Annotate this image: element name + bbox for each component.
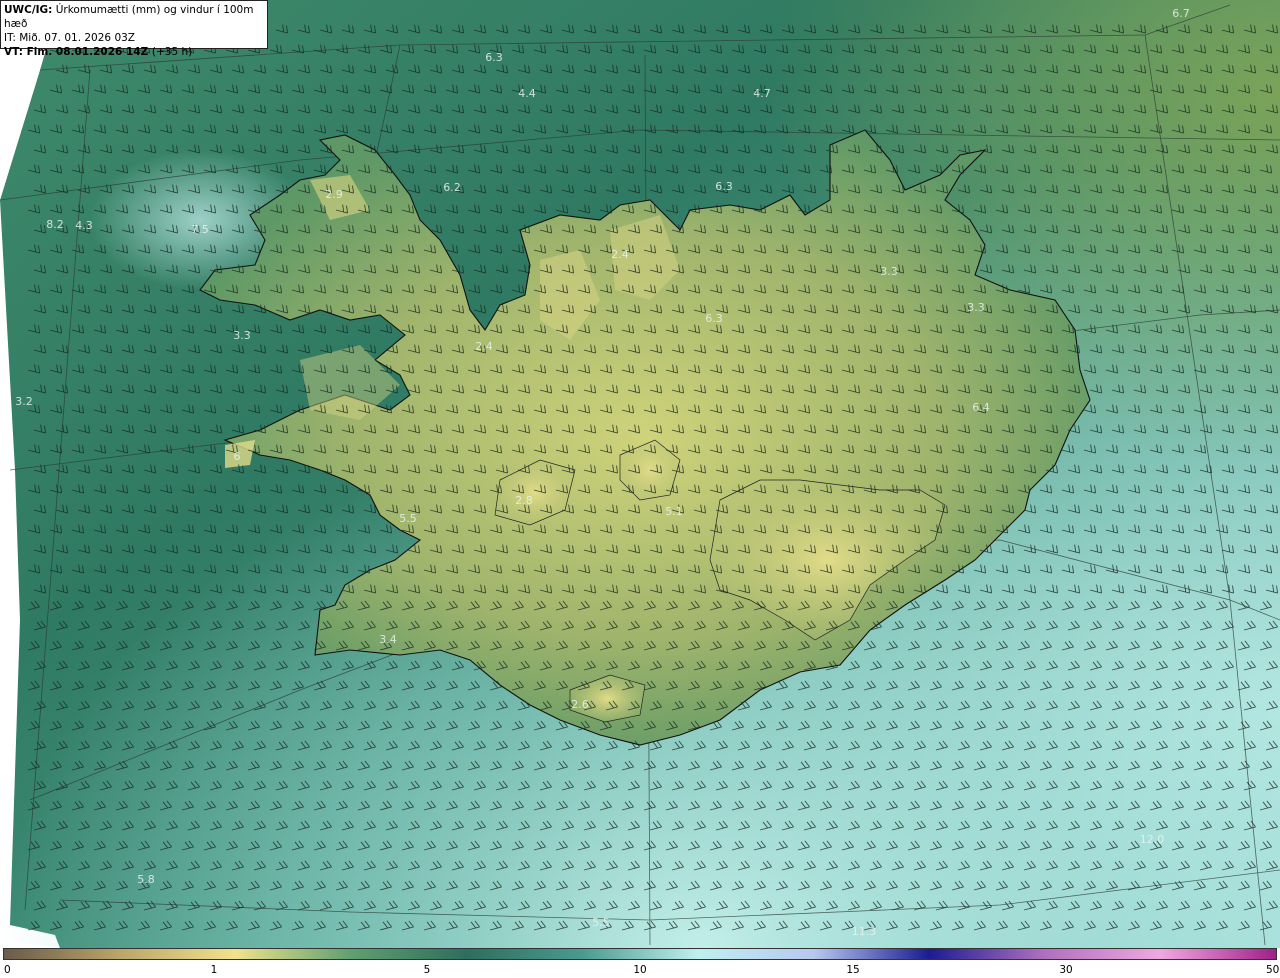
max-value-label: 6.7 <box>1172 7 1190 20</box>
max-value-label: 2.4 <box>611 248 629 261</box>
colorbar-tick: 1 <box>210 964 218 976</box>
max-value-label: 3.3 <box>967 301 985 314</box>
colorbar-strip <box>3 948 1277 960</box>
max-value-label: 5.5 <box>399 512 417 525</box>
max-value-label: 6 <box>234 450 241 463</box>
max-value-label: 7.5 <box>191 223 209 236</box>
max-value-label: 3.2 <box>15 395 33 408</box>
colorbar: 0 1 5 10 15 30 50 <box>0 948 1280 978</box>
max-value-label: 11.3 <box>852 925 877 938</box>
max-value-label: 6.3 <box>705 312 723 325</box>
max-value-label: 5.1 <box>665 505 683 518</box>
weather-map: 6.7 6.3 4.4 4.7 2.9 6.2 6.3 8.2 4.3 7.5 2.4 3.3 3.3 3… <box>0 0 1280 948</box>
map-info-box: UWC/IG: Úrkomumætti (mm) og vindur í 100… <box>0 0 268 58</box>
max-value-label: 12.0 <box>1140 833 1165 846</box>
max-value-label: 6.2 <box>443 181 461 194</box>
colorbar-tick: 50 <box>1266 964 1280 976</box>
max-value-label: 3.3 <box>233 329 251 342</box>
initial-time: IT: Mið. 07. 01. 2026 03Z <box>4 32 135 44</box>
lead-time: (+35 h) <box>151 46 193 58</box>
max-value-label: 4.3 <box>75 219 93 232</box>
max-value-label: 2.8 <box>515 494 533 507</box>
model-label: UWC/IG: <box>4 4 53 16</box>
max-value-label: 3.3 <box>880 265 898 278</box>
colorbar-tick: 5 <box>423 964 431 976</box>
max-value-label: 5.8 <box>137 873 155 886</box>
colorbar-tick: 30 <box>1059 964 1073 976</box>
map-title: UWC/IG: Úrkomumætti (mm) og vindur í 100… <box>4 3 264 31</box>
max-value-label: 2.9 <box>325 188 343 201</box>
colorbar-tick: 15 <box>846 964 860 976</box>
max-value-label: 8.2 <box>46 218 64 231</box>
max-value-label: 4.7 <box>753 87 771 100</box>
max-value-label: 5.5 <box>592 916 610 929</box>
max-value-label: 6.3 <box>485 51 503 64</box>
max-value-label: 2.4 <box>475 340 493 353</box>
valid-time-row: VT: Fim. 08.01.2026 14Z (+35 h) <box>4 45 264 59</box>
map-canvas: 6.7 6.3 4.4 4.7 2.9 6.2 6.3 8.2 4.3 7.5 2.4 3.3 3.3 3… <box>0 0 1280 948</box>
max-value-label: 6.4 <box>972 401 990 414</box>
max-value-label: 4.4 <box>518 87 536 100</box>
max-value-label: 3.4 <box>379 633 397 646</box>
max-value-label: 6.3 <box>715 180 733 193</box>
max-value-label: 2.6 <box>571 698 589 711</box>
valid-time: VT: Fim. 08.01.2026 14Z <box>4 46 149 58</box>
colorbar-tick: 10 <box>633 964 647 976</box>
colorbar-tick: 0 <box>4 964 11 976</box>
